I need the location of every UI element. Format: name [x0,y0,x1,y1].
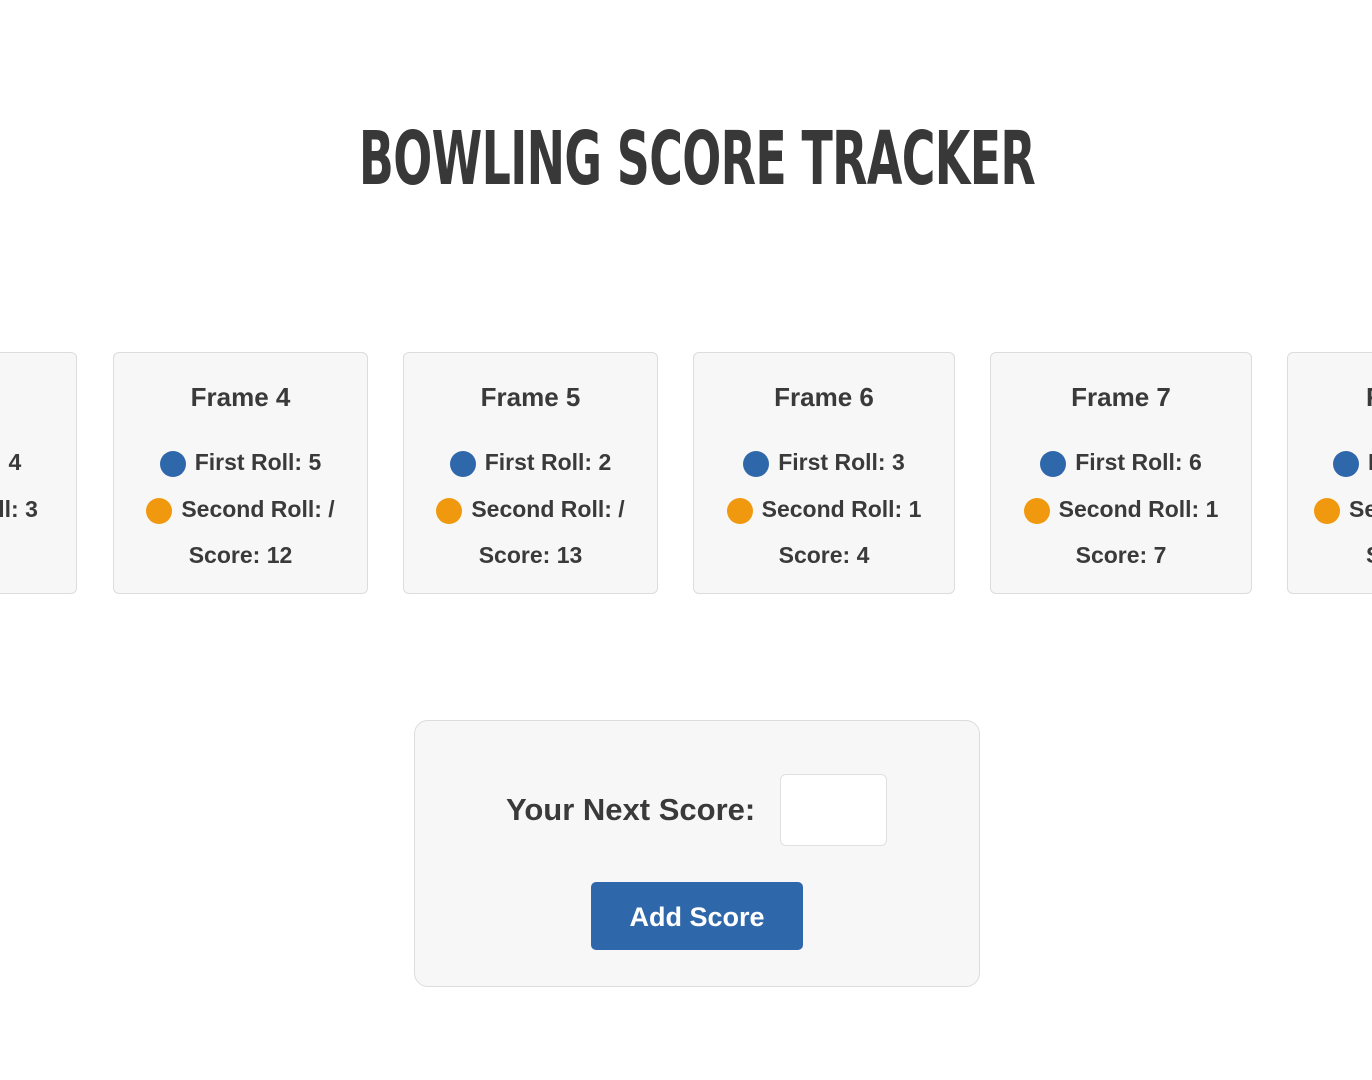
second-roll: Se [1314,494,1372,524]
next-score-input[interactable] [780,774,887,846]
second-roll: Second Roll: 3 [0,494,68,524]
first-roll-dot-icon [1333,451,1359,477]
second-roll-dot-icon [1023,498,1050,524]
frame-title: Frame 7 [1071,382,1171,412]
frame-score: Score: 13 [478,542,583,568]
first-roll: First Roll: 2 [404,447,657,477]
page-title: Bowling Score Tracker [358,116,1036,202]
second-roll: Second Roll: / [404,494,657,524]
second-roll-text: Second Roll: / [181,496,335,522]
second-roll-dot-icon [1314,498,1340,524]
first-roll: F [1333,447,1372,477]
add-score-button[interactable]: Add Score [591,882,803,950]
second-roll-text: Second Roll: 1 [1058,496,1219,522]
first-roll-text: First Roll: 4 [0,449,22,475]
frame-card: F F Se S [1287,352,1372,594]
frame-card: First Roll: 4 Second Roll: 3 [0,352,77,594]
first-roll-text: First Roll: 3 [778,449,905,475]
second-roll: Second Roll: / [114,494,367,524]
first-roll-text: F [1368,449,1372,475]
frame-title: F [1366,381,1372,413]
first-roll: First Roll: 4 [0,447,68,477]
frame-card: Frame 4 First Roll: 5 Second Roll: / Sco… [113,352,368,594]
second-roll: Second Roll: 1 [694,494,954,524]
frame-card: Frame 6 First Roll: 3 Second Roll: 1 Sco… [693,352,955,594]
second-roll-dot-icon [146,498,173,524]
first-roll-dot-icon [743,451,770,477]
second-roll-text: Second Roll: 1 [761,496,922,522]
first-roll: First Roll: 5 [114,447,367,477]
frame-title: Frame 6 [774,382,874,412]
second-roll-text: Se [1349,496,1372,522]
first-roll-text: First Roll: 5 [194,449,322,475]
frame-card: Frame 7 First Roll: 6 Second Roll: 1 Sco… [990,352,1252,594]
first-roll: First Roll: 6 [991,447,1251,477]
second-roll-dot-icon [436,498,463,524]
second-roll: Second Roll: 1 [991,494,1251,524]
frame-title: Frame 4 [190,382,291,412]
next-score-label: Your Next Score: [506,792,756,827]
frames-strip[interactable]: First Roll: 4 Second Roll: 3 Frame 4 Fir… [0,352,1372,598]
frame-score: Score: 4 [778,542,870,568]
second-roll-text: Second Roll: / [471,496,625,522]
frame-card: Frame 5 First Roll: 2 Second Roll: / Sco… [403,352,658,594]
frame-score: Score: 7 [1075,542,1167,568]
page: Bowling Score Tracker First Roll: 4 Seco… [0,0,1372,1080]
first-roll-dot-icon [159,451,186,477]
first-roll-text: First Roll: 2 [484,449,612,475]
frame-title: Frame 5 [480,382,581,412]
second-roll-text: Second Roll: 3 [0,496,38,522]
frame-score: S [1366,540,1372,570]
first-roll-text: First Roll: 6 [1075,449,1202,475]
second-roll-dot-icon [726,498,753,524]
frame-score: Score: 12 [188,542,293,568]
first-roll-dot-icon [449,451,476,477]
first-roll: First Roll: 3 [694,447,954,477]
first-roll-dot-icon [1040,451,1067,477]
